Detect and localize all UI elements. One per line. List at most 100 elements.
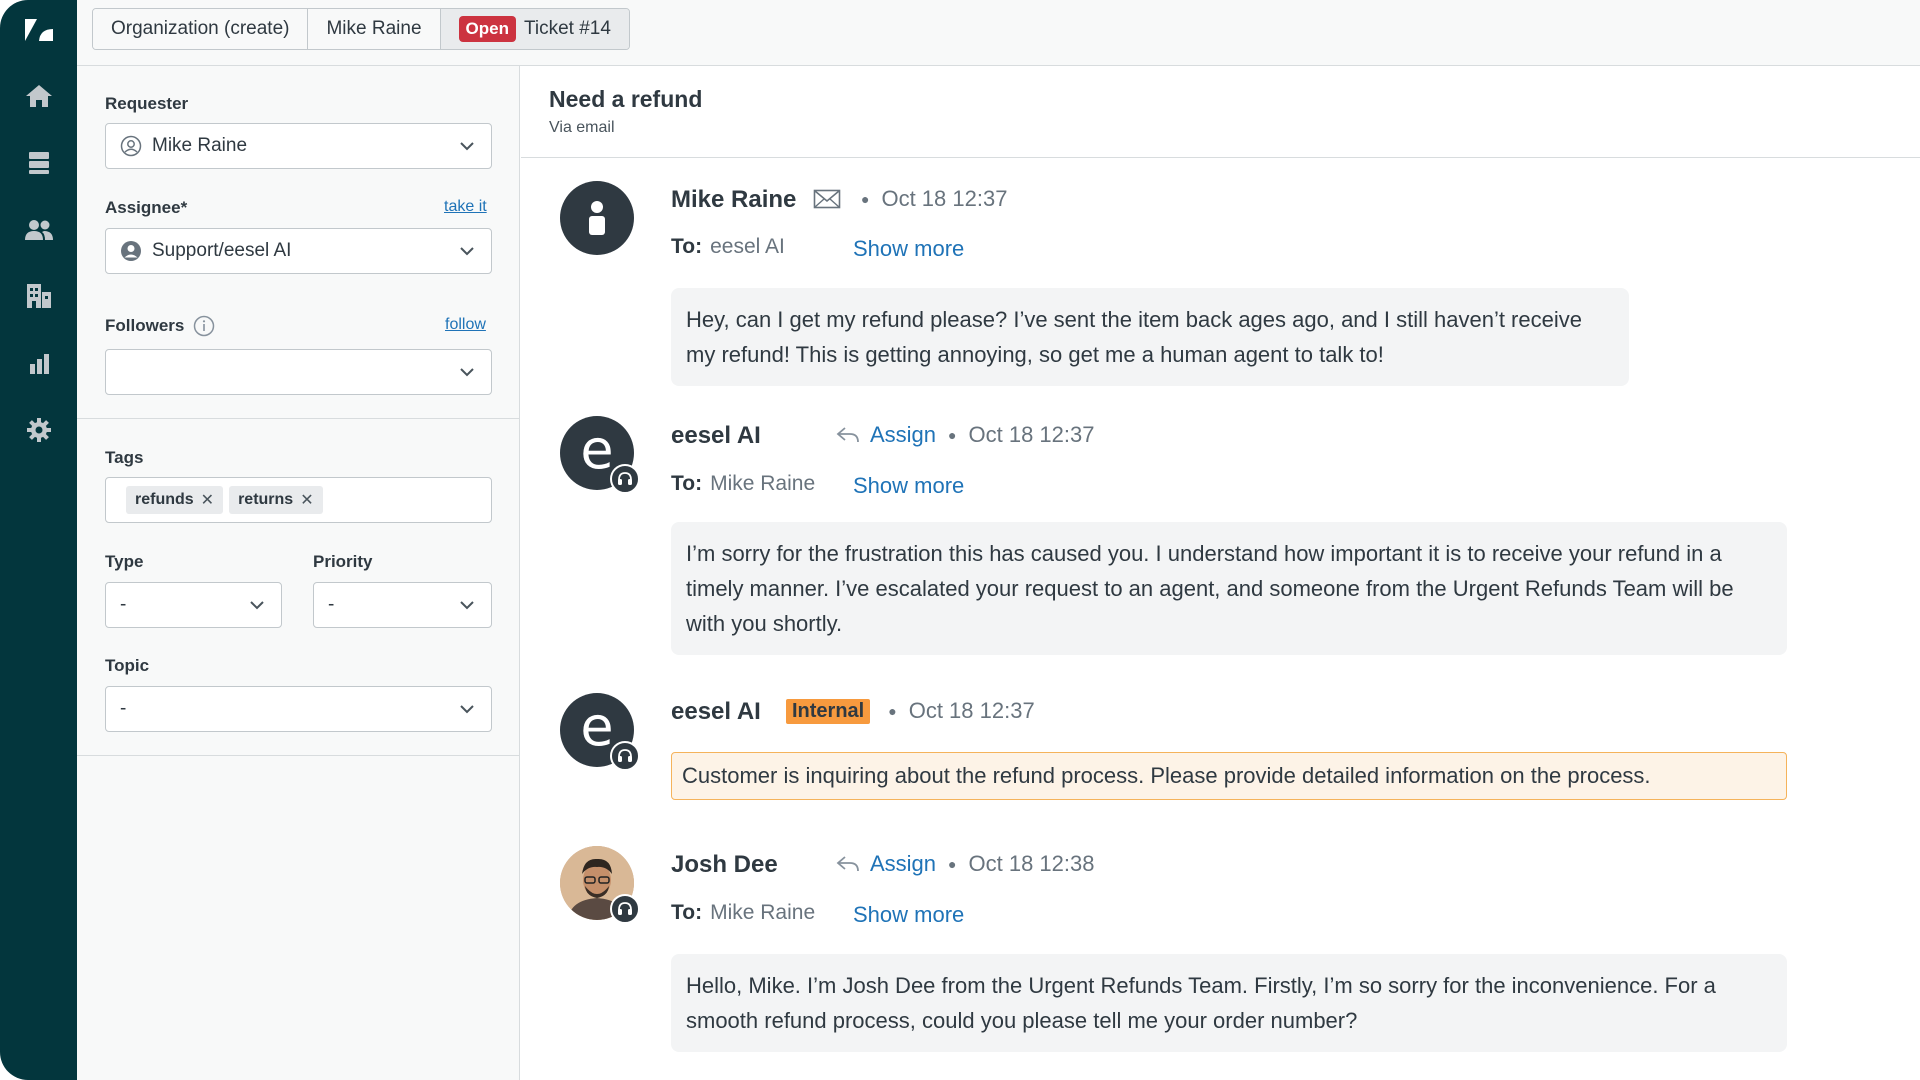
tags-input[interactable]: refunds ✕ returns ✕: [105, 477, 492, 523]
ticket-header: Need a refund Via email: [521, 66, 1920, 158]
settings-icon[interactable]: [0, 400, 77, 460]
recipient-line: To: Mike Raine: [671, 472, 815, 496]
topic-select[interactable]: -: [105, 686, 492, 732]
message-body: I’m sorry for the frustration this has c…: [671, 522, 1787, 655]
tag-chip: returns ✕: [229, 486, 323, 514]
message-body: Hey, can I get my refund please? I’ve se…: [671, 288, 1629, 386]
recipient: Mike Raine: [710, 901, 816, 924]
views-icon[interactable]: [0, 133, 77, 193]
separator-dot: ●: [861, 191, 870, 207]
message-author[interactable]: eesel AI: [671, 422, 761, 450]
remove-tag-icon[interactable]: ✕: [201, 490, 214, 510]
remove-tag-icon[interactable]: ✕: [300, 490, 313, 510]
tab-organization-label: Organization (create): [111, 18, 290, 39]
email-icon: [813, 189, 841, 209]
divider: [77, 755, 520, 756]
assignee-label: Assignee*: [105, 198, 188, 217]
priority-label: Priority: [313, 552, 373, 571]
to-label: To:: [671, 901, 703, 924]
ticket-properties-panel: Requester Mike Raine Assignee* take it S…: [77, 66, 520, 1080]
take-it-link[interactable]: take it: [444, 198, 487, 216]
user-circle-icon: [120, 135, 142, 157]
reply-icon: [836, 427, 859, 443]
chevron-down-icon: [250, 601, 264, 610]
recipient-line: To: eesel AI: [671, 235, 785, 259]
status-badge: Open: [458, 16, 516, 42]
tab-organization[interactable]: Organization (create): [93, 9, 309, 49]
follow-link[interactable]: follow: [445, 316, 486, 334]
assign-button[interactable]: Assign: [836, 851, 936, 877]
organizations-icon[interactable]: [0, 266, 77, 326]
ticket-channel: Via email: [549, 119, 615, 136]
message-meta: Assign ● Oct 18 12:38: [836, 851, 1095, 877]
recipient-line: To: Mike Raine: [671, 901, 815, 925]
requester-value: Mike Raine: [152, 135, 248, 156]
show-more-link[interactable]: Show more: [853, 902, 964, 928]
recipient: eesel AI: [710, 235, 785, 258]
tab-ticket-label: Ticket #14: [523, 18, 611, 39]
separator-dot: ●: [948, 427, 957, 443]
avatar[interactable]: [560, 181, 634, 255]
message-body: Hello, Mike. I’m Josh Dee from the Urgen…: [671, 954, 1787, 1052]
message-author[interactable]: Mike Raine: [671, 186, 796, 214]
message-timestamp: Oct 18 12:38: [968, 851, 1095, 876]
home-icon[interactable]: [0, 66, 77, 126]
message-timestamp: Oct 18 12:37: [908, 698, 1035, 723]
assign-button[interactable]: Assign: [836, 422, 936, 448]
tag-label: returns: [238, 491, 294, 508]
to-label: To:: [671, 235, 703, 258]
assignee-field[interactable]: Support/eesel AI: [105, 228, 492, 274]
agent-headset-icon: [610, 894, 640, 924]
assign-label: Assign: [870, 422, 937, 447]
requester-label: Requester: [105, 94, 189, 113]
topic-value: -: [120, 698, 127, 719]
avatar[interactable]: e: [560, 693, 640, 771]
avatar[interactable]: [560, 846, 640, 924]
message-author[interactable]: Josh Dee: [671, 851, 778, 879]
customers-icon[interactable]: [0, 200, 77, 260]
assign-label: Assign: [870, 851, 937, 876]
agent-headset-icon: [610, 464, 640, 494]
user-icon: [589, 201, 605, 235]
priority-select[interactable]: -: [313, 582, 492, 628]
tag-chip: refunds ✕: [126, 486, 224, 514]
message-author[interactable]: eesel AI: [671, 698, 761, 726]
requester-field[interactable]: Mike Raine: [105, 123, 492, 169]
avatar[interactable]: e: [560, 416, 640, 494]
logo-icon[interactable]: [0, 0, 77, 60]
agent-headset-icon: [610, 741, 640, 771]
chevron-down-icon: [460, 368, 474, 377]
tags-label: Tags: [105, 448, 144, 467]
followers-label: Followers: [105, 316, 185, 335]
tab-user-label: Mike Raine: [326, 18, 422, 39]
agent-avatar-icon: [121, 241, 141, 261]
divider: [77, 418, 520, 419]
avatar-letter: e: [580, 418, 614, 481]
message-meta: ● Oct 18 12:37: [813, 186, 1007, 212]
followers-field[interactable]: [105, 349, 492, 395]
tab-user[interactable]: Mike Raine: [308, 9, 441, 49]
message-timestamp: Oct 18 12:37: [968, 422, 1095, 447]
reporting-icon[interactable]: [0, 333, 77, 393]
message-timestamp: Oct 18 12:37: [881, 186, 1008, 211]
tag-label: refunds: [135, 491, 194, 508]
priority-value: -: [328, 594, 335, 615]
chevron-down-icon: [460, 247, 474, 256]
avatar-letter: e: [580, 695, 614, 758]
tab-ticket[interactable]: Open Ticket #14: [440, 9, 629, 49]
type-value: -: [120, 594, 127, 615]
show-more-link[interactable]: Show more: [853, 236, 964, 262]
type-label: Type: [105, 552, 144, 571]
show-more-link[interactable]: Show more: [853, 473, 964, 499]
recipient: Mike Raine: [710, 472, 816, 495]
chevron-down-icon: [460, 601, 474, 610]
internal-note-body: Customer is inquiring about the refund p…: [671, 752, 1787, 800]
separator-dot: ●: [948, 856, 957, 872]
ticket-tabs: Organization (create) Mike Raine Open Ti…: [92, 8, 630, 50]
chevron-down-icon: [460, 142, 474, 151]
message-meta: Internal ● Oct 18 12:37: [786, 698, 1035, 724]
info-icon[interactable]: [193, 315, 215, 337]
assignee-value: Support/eesel AI: [152, 240, 292, 261]
type-select[interactable]: -: [105, 582, 282, 628]
to-label: To:: [671, 472, 703, 495]
